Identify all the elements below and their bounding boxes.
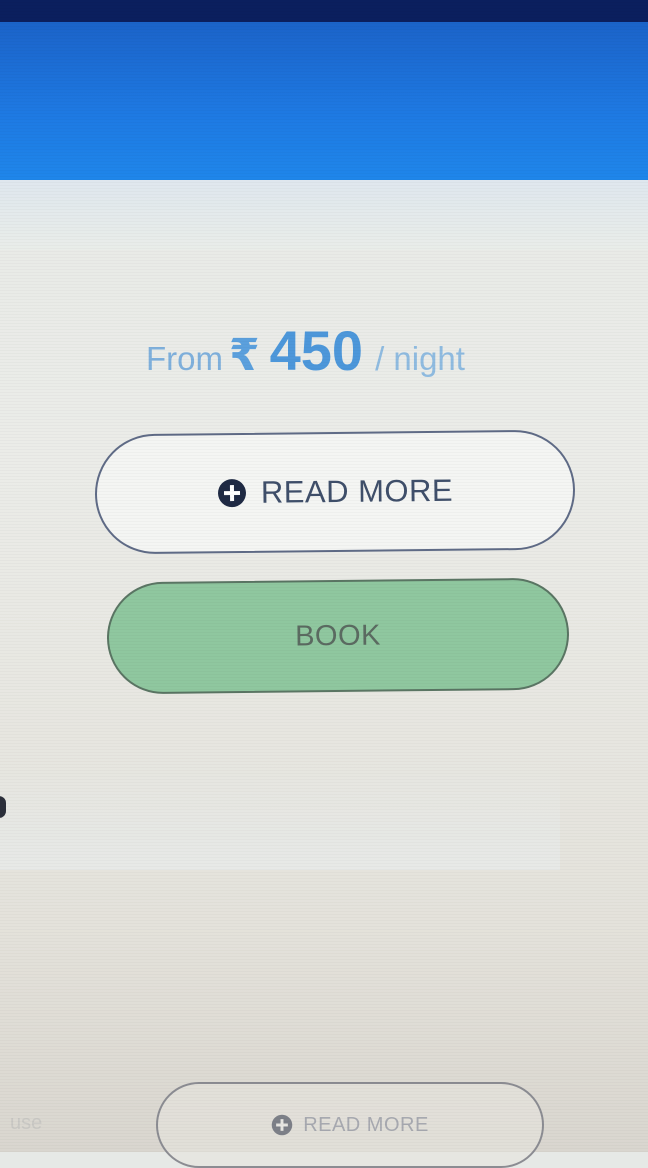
card-section [0, 760, 560, 870]
read-more-label: READ MORE [303, 1113, 429, 1136]
plus-circle-icon [271, 1114, 293, 1136]
price-unit-label: / night [375, 340, 465, 377]
screen-bezel [0, 0, 648, 22]
header-bar [0, 22, 648, 180]
read-more-button-secondary[interactable]: READ MORE [156, 1082, 544, 1168]
price-display: From ₹ 450 / night [146, 318, 566, 383]
currency-symbol: ₹ [229, 331, 260, 380]
book-button[interactable]: BOOK [106, 577, 570, 695]
read-more-button[interactable]: READ MORE [94, 429, 576, 555]
read-more-label: READ MORE [260, 472, 454, 510]
header-divider [0, 180, 648, 250]
plus-circle-icon [217, 478, 247, 508]
price-amount: 450 [269, 319, 364, 382]
partial-text: use [10, 1112, 43, 1134]
price-from-label: From [146, 340, 223, 377]
book-label: BOOK [294, 619, 382, 652]
